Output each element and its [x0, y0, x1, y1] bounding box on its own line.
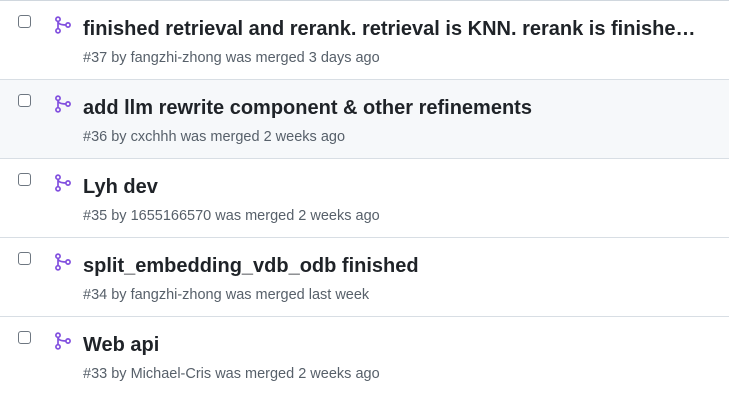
status-text: was merged [215, 366, 295, 382]
pull-request-meta: #37 by fangzhi-zhong was merged 3 days a… [83, 49, 380, 67]
pull-request-title-link[interactable]: add llm rewrite component & other refine… [83, 96, 703, 120]
pull-request-number[interactable]: #36 [83, 129, 107, 145]
git-merge-icon [55, 16, 71, 34]
select-checkbox[interactable] [18, 252, 31, 265]
relative-time[interactable]: 2 weeks ago [298, 208, 379, 224]
pull-request-meta: #33 by Michael-Cris was merged 2 weeks a… [83, 365, 380, 383]
author-link[interactable]: fangzhi-zhong [131, 287, 222, 303]
relative-time[interactable]: last week [309, 287, 369, 303]
git-merge-icon [55, 332, 71, 350]
by-label: by [111, 129, 127, 145]
pull-request-title-link[interactable]: split_embedding_vdb_odb finished [83, 254, 703, 278]
pull-request-meta: #35 by 1655166570 was merged 2 weeks ago [83, 207, 380, 225]
author-link[interactable]: Michael-Cris [131, 366, 212, 382]
pull-request-meta: #34 by fangzhi-zhong was merged last wee… [83, 286, 369, 304]
select-checkbox[interactable] [18, 173, 31, 186]
pull-request-row: add llm rewrite component & other refine… [0, 80, 729, 159]
by-label: by [111, 50, 127, 66]
pull-request-number[interactable]: #34 [83, 287, 107, 303]
pull-request-title-link[interactable]: Web api [83, 333, 703, 357]
by-label: by [111, 287, 127, 303]
relative-time[interactable]: 2 weeks ago [264, 129, 345, 145]
status-text: was merged [225, 50, 305, 66]
author-link[interactable]: fangzhi-zhong [131, 50, 222, 66]
relative-time[interactable]: 2 weeks ago [298, 366, 379, 382]
pull-request-number[interactable]: #33 [83, 366, 107, 382]
select-checkbox[interactable] [18, 331, 31, 344]
pull-request-row: split_embedding_vdb_odb finished #34 by … [0, 238, 729, 317]
status-text: was merged [225, 287, 305, 303]
by-label: by [111, 208, 127, 224]
pull-request-number[interactable]: #37 [83, 50, 107, 66]
select-checkbox[interactable] [18, 15, 31, 28]
pull-request-meta: #36 by cxchhh was merged 2 weeks ago [83, 128, 345, 146]
git-merge-icon [55, 253, 71, 271]
select-checkbox[interactable] [18, 94, 31, 107]
git-merge-icon [55, 174, 71, 192]
status-text: was merged [180, 129, 260, 145]
status-text: was merged [215, 208, 295, 224]
author-link[interactable]: cxchhh [131, 129, 177, 145]
git-merge-icon [55, 95, 71, 113]
by-label: by [111, 366, 127, 382]
pull-request-title-link[interactable]: Lyh dev [83, 175, 703, 199]
pull-request-number[interactable]: #35 [83, 208, 107, 224]
pull-request-list: finished retrieval and rerank. retrieval… [0, 0, 729, 406]
relative-time[interactable]: 3 days ago [309, 50, 380, 66]
author-link[interactable]: 1655166570 [131, 208, 212, 224]
pull-request-row: Web api #33 by Michael-Cris was merged 2… [0, 317, 729, 396]
pull-request-row: Lyh dev #35 by 1655166570 was merged 2 w… [0, 159, 729, 238]
pull-request-title-link[interactable]: finished retrieval and rerank. retrieval… [83, 17, 703, 41]
pull-request-row: finished retrieval and rerank. retrieval… [0, 1, 729, 80]
